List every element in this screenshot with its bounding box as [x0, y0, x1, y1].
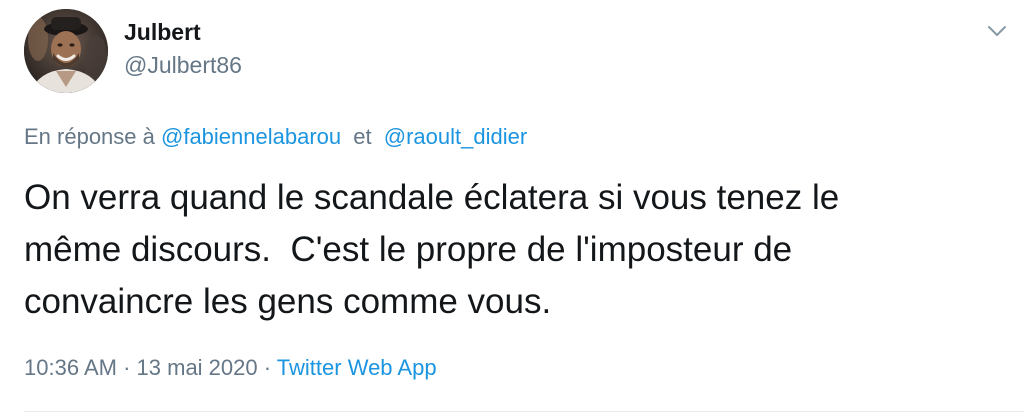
tweet-text-line: convaincre les gens comme vous. [24, 282, 552, 321]
mention-link-1[interactable]: @fabiennelabarou [161, 124, 341, 149]
reply-context: En réponse à @fabiennelabarou et @raoult… [24, 122, 527, 152]
tweet-text: On verra quand le scandale éclatera si v… [24, 172, 984, 328]
tweet-text-line: même discours. C'est le propre de l'impo… [24, 230, 793, 269]
chevron-down-icon [988, 26, 1006, 36]
avatar[interactable] [24, 9, 108, 93]
mention-link-2[interactable]: @raoult_didier [384, 124, 527, 149]
divider [24, 411, 1024, 412]
reply-prefix: En réponse à [24, 124, 155, 149]
tweet-menu-button[interactable] [986, 22, 1008, 40]
author-handle[interactable]: @Julbert86 [124, 49, 242, 81]
meta-separator: · [123, 355, 131, 380]
author-display-name[interactable]: Julbert [124, 17, 242, 47]
meta-separator: · [263, 355, 272, 380]
author-block: Julbert @Julbert86 [124, 17, 242, 81]
user-avatar-photo-icon [24, 9, 108, 93]
tweet-text-line: On verra quand le scandale éclatera si v… [24, 178, 840, 217]
tweet-metadata: 10:36 AM · 13 mai 2020 · Twitter Web App [24, 353, 437, 383]
reply-joiner: et [353, 124, 372, 149]
tweet-source-link[interactable]: Twitter Web App [277, 355, 437, 380]
tweet-date[interactable]: 13 mai 2020 [137, 355, 258, 380]
tweet-card: Julbert @Julbert86 En réponse à @fabienn… [0, 0, 1024, 414]
tweet-time[interactable]: 10:36 AM [24, 355, 117, 380]
